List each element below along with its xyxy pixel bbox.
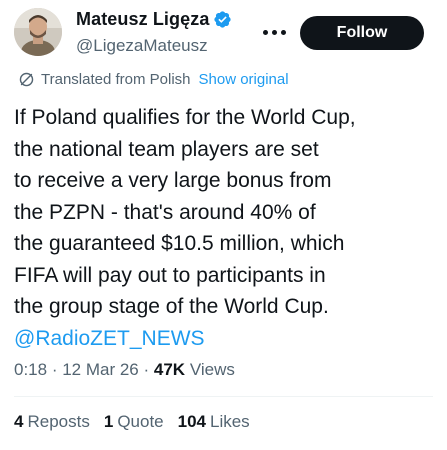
author-name[interactable]: Mateusz Ligęza: [76, 9, 209, 30]
likes-stat[interactable]: 104 Likes: [178, 412, 250, 432]
engagement-stats: 4 Reposts 1 Quote 104 Likes: [14, 412, 250, 432]
avatar[interactable]: [14, 8, 62, 56]
views-label: Views: [189, 360, 235, 379]
tweet-time[interactable]: 0:18: [14, 360, 47, 379]
tweet-text-line: If Poland qualifies for the World Cup,: [14, 106, 356, 129]
tweet-text-line: the group stage of the World Cup.: [14, 295, 329, 318]
author-name-row: Mateusz Ligęza: [76, 9, 232, 30]
dot-icon: [262, 29, 268, 35]
tweet-text-line: the PZPN - that's around 40% of: [14, 200, 316, 224]
tweet-text-line: the national team players are set: [14, 137, 319, 161]
reposts-count: 4: [14, 412, 24, 431]
avatar-photo-icon: [14, 8, 62, 56]
follow-button[interactable]: Follow: [300, 16, 424, 50]
translate-icon: [19, 72, 34, 87]
separator-dot: ·: [51, 360, 63, 379]
tweet-date[interactable]: 12 Mar 26: [62, 360, 139, 379]
reposts-stat[interactable]: 4 Reposts: [14, 412, 90, 432]
dot-icon: [280, 29, 286, 35]
translation-row: Translated from Polish Show original: [18, 71, 289, 88]
tweet-meta: 0:18 · 12 Mar 26 · 47K Views: [14, 360, 235, 380]
quotes-count: 1: [103, 412, 114, 431]
quotes-stat[interactable]: 1 Quote: [104, 412, 164, 432]
dot-icon: [271, 29, 277, 35]
more-options-button[interactable]: [256, 14, 292, 50]
author-handle[interactable]: @LigezaMateusz: [76, 36, 208, 56]
tweet-text-line: the guaranteed $10.5 million, which: [14, 232, 345, 255]
mention-link[interactable]: @RadioZET_NEWS: [14, 323, 439, 355]
tweet-text: If Poland qualifies for the World Cup, t…: [14, 102, 439, 354]
quotes-label: Quote: [117, 412, 164, 431]
verified-badge-icon: [214, 11, 232, 28]
tweet-card: Mateusz Ligęza @LigezaMateusz Follow Tra…: [0, 0, 447, 450]
tweet-text-line: FIFA will pay out to participants in: [14, 263, 326, 287]
translated-label: Translated from Polish: [41, 71, 191, 88]
tweet-text-line: to receive a very large bonus from: [14, 169, 332, 192]
show-original-link[interactable]: Show original: [199, 71, 289, 88]
reposts-label: Reposts: [27, 412, 90, 431]
likes-count: 104: [177, 412, 206, 431]
divider: [14, 396, 433, 397]
likes-label: Likes: [210, 412, 250, 431]
views-count: 47K: [153, 360, 186, 379]
separator-dot: ·: [143, 360, 154, 379]
